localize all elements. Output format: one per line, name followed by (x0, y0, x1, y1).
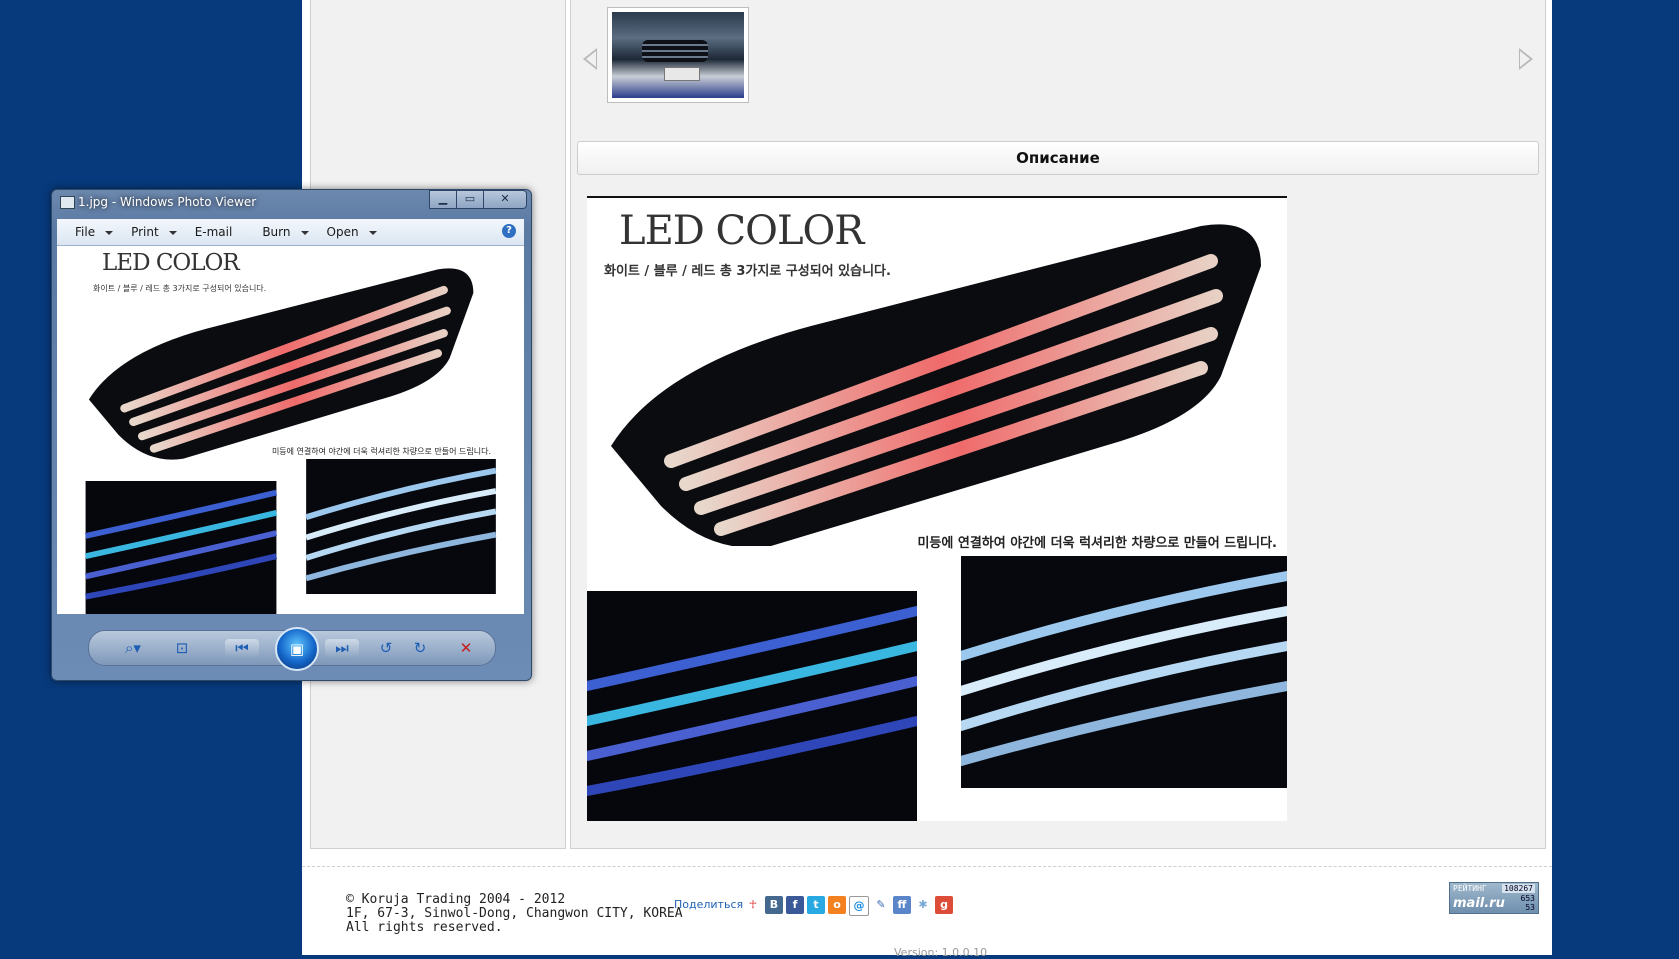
photo-viewer-title: 1.jpg - Windows Photo Viewer (78, 195, 257, 209)
menu-burn[interactable]: Burn (262, 225, 309, 239)
viewer-image-caption: 미등에 연결하여 야간에 더욱 럭셔리한 차량으로 만들어 드립니다. (271, 447, 491, 456)
share-mobile-icon[interactable]: ☥ (744, 896, 762, 914)
photo-viewer-menubar: File Print E-mail Burn Open ? (57, 219, 524, 246)
thumbnail-carousel (571, 0, 1545, 110)
menu-file-label: File (75, 225, 96, 239)
photo-viewer-window[interactable]: 1.jpg - Windows Photo Viewer ▁ ▭ ✕ File … (51, 189, 532, 681)
viewer-image: LED COLOR 화이트 / 블루 / 레드 총 3가지로 구성되어 있습니다… (83, 246, 497, 614)
footer-address: 1F, 67-3, Sinwol-Dong, Changwon CITY, KO… (346, 906, 683, 921)
maximize-button[interactable]: ▭ (456, 190, 484, 209)
thumbnail-image[interactable] (607, 7, 749, 103)
mail-icon[interactable]: @ (849, 896, 869, 916)
livejournal-icon[interactable]: ✎ (872, 896, 890, 914)
product-subtitle: 화이트 / 블루 / 레드 총 3가지로 구성되어 있습니다. (604, 264, 891, 279)
menu-file[interactable]: File (75, 225, 114, 239)
rating-label: РЕЙТИНГ (1453, 884, 1487, 893)
rotate-right-icon[interactable]: ↻ (409, 639, 431, 657)
viewer-image-subtitle: 화이트 / 블루 / 레드 총 3가지로 구성되어 있습니다. (93, 284, 267, 293)
odnoklassniki-icon[interactable]: o (828, 896, 846, 914)
footer-copyright: © Koruja Trading 2004 - 2012 (346, 892, 566, 907)
close-button[interactable]: ✕ (483, 190, 527, 209)
zoom-icon[interactable]: ⌕▾ (115, 639, 151, 657)
viewer-led-grill-blue (84, 481, 278, 614)
viewer-led-grill-white (305, 459, 497, 594)
menu-open[interactable]: Open (327, 225, 377, 239)
product-title: LED COLOR (619, 208, 864, 254)
chevron-down-icon (168, 230, 177, 235)
menu-email[interactable]: E-mail (195, 225, 233, 239)
chevron-down-icon (105, 230, 114, 235)
help-icon[interactable]: ? (502, 224, 516, 238)
menu-print[interactable]: Print (131, 225, 177, 239)
photo-viewer-canvas: LED COLOR 화이트 / 블루 / 레드 총 3가지로 구성되어 있습니다… (57, 246, 524, 614)
menu-open-label: Open (326, 225, 359, 239)
product-image: LED COLOR 화이트 / 블루 / 레드 총 3가지로 구성되어 있습니다… (587, 196, 1287, 821)
liveinternet-icon[interactable]: ✱ (914, 896, 932, 914)
product-caption: 미등에 연결하여 야간에 더욱 럭셔리한 차량으로 만들어 드립니다. (917, 536, 1277, 551)
main-column: Описание LED COLOR 화이트 / 블루 / 레드 총 3가지로 … (570, 0, 1546, 849)
facebook-icon[interactable]: f (786, 896, 804, 914)
previous-icon[interactable]: ⏮ (225, 639, 259, 657)
led-grill-blue (587, 591, 917, 821)
thumb-grill (642, 40, 708, 62)
minimize-button[interactable]: ▁ (429, 190, 457, 209)
rating-visitors: 53 (1525, 903, 1535, 912)
actual-size-icon[interactable]: ⊡ (171, 639, 193, 657)
social-icons: ☥ B f t o @ ✎ ff ✱ g (744, 896, 953, 916)
googleplus-icon[interactable]: g (935, 896, 953, 914)
share-link[interactable]: Поделиться (674, 898, 743, 911)
thumb-plate (664, 67, 700, 81)
photo-viewer-icon (60, 196, 75, 209)
chevron-down-icon (368, 230, 377, 235)
led-grill-white (961, 556, 1287, 788)
carousel-prev-arrow[interactable] (583, 48, 597, 70)
menu-print-label: Print (131, 225, 159, 239)
slideshow-icon[interactable]: ▣ (275, 627, 319, 671)
rating-views: 653 (1520, 894, 1535, 903)
friendfeed-icon[interactable]: ff (893, 896, 911, 914)
carousel-next-arrow[interactable] (1519, 48, 1533, 70)
viewer-image-title: LED COLOR (102, 250, 240, 276)
footer-text: © Koruja Trading 2004 - 2012 1F, 67-3, S… (346, 893, 683, 935)
twitter-icon[interactable]: t (807, 896, 825, 914)
photo-viewer-controls: ⌕▾ ⊡ ⏮ ▣ ⏭ ↺ ↻ ✕ (88, 627, 496, 671)
mailru-logo: mail.ru (1453, 896, 1505, 911)
car-front-image (612, 12, 744, 98)
menu-burn-label: Burn (262, 225, 291, 239)
rating-total: 108267 (1502, 884, 1535, 893)
description-header[interactable]: Описание (577, 141, 1539, 175)
footer-divider (302, 866, 1552, 867)
footer-rights: All rights reserved. (346, 920, 503, 935)
window-controls: ▁ ▭ ✕ (429, 190, 527, 209)
next-icon[interactable]: ⏭ (325, 639, 359, 657)
vk-icon[interactable]: B (765, 896, 783, 914)
version-text: Version: 1.0.0.10 (894, 946, 988, 959)
rotate-left-icon[interactable]: ↺ (375, 639, 397, 657)
rating-counter-badge[interactable]: РЕЙТИНГ mail.ru 108267 653 53 (1449, 882, 1539, 914)
menu-email-label: E-mail (194, 225, 233, 239)
delete-icon[interactable]: ✕ (455, 639, 477, 657)
chevron-down-icon (300, 230, 309, 235)
